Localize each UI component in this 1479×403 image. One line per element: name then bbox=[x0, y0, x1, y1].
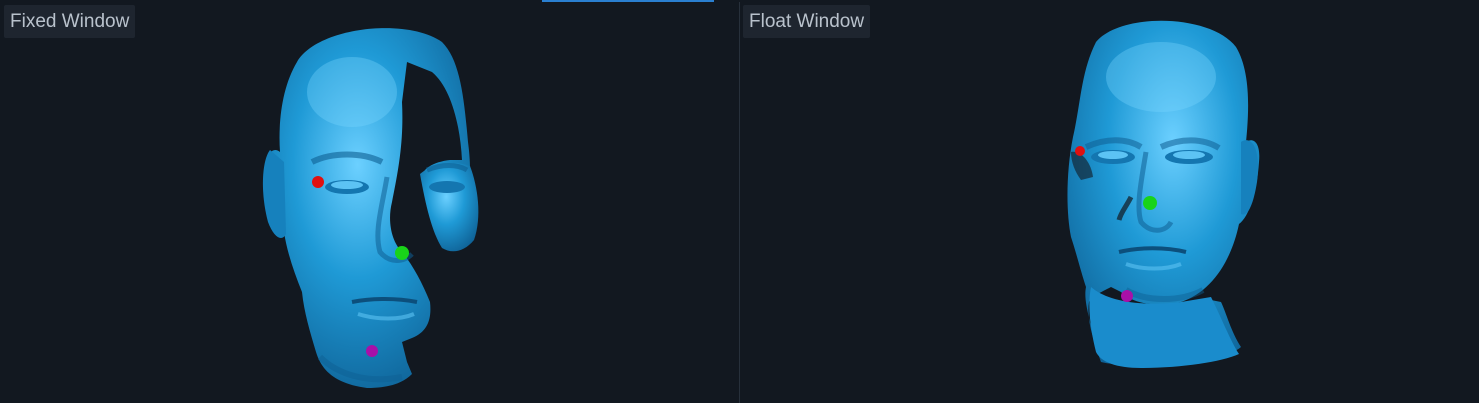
nose-landmark-fixed[interactable] bbox=[395, 246, 409, 260]
fixed-window-scene[interactable] bbox=[2, 2, 739, 403]
nose-landmark-float[interactable] bbox=[1143, 196, 1157, 210]
eye-landmark-fixed[interactable] bbox=[312, 176, 324, 188]
face-mesh-float bbox=[1067, 20, 1260, 368]
dual-viewport-app: Fixed Window Float Window bbox=[0, 0, 1479, 403]
chin-landmark-fixed[interactable] bbox=[366, 345, 378, 357]
chin-landmark-float[interactable] bbox=[1121, 290, 1133, 302]
fixed-window-viewport[interactable]: Fixed Window bbox=[2, 2, 740, 403]
float-window-viewport[interactable]: Float Window bbox=[741, 2, 1479, 403]
face-mesh-fixed bbox=[262, 28, 479, 388]
eye-landmark-float[interactable] bbox=[1075, 146, 1085, 156]
float-window-scene[interactable] bbox=[741, 2, 1479, 403]
